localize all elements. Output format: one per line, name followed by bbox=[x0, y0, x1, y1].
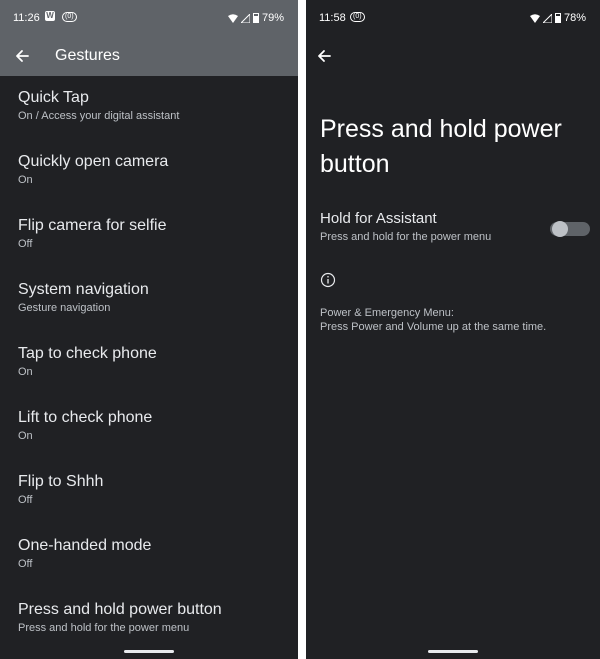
setting-title: Press and hold power button bbox=[18, 601, 222, 618]
back-arrow-icon[interactable] bbox=[12, 46, 32, 66]
toggle-thumb bbox=[552, 221, 568, 237]
power-emergency-note: Power & Emergency Menu: Press Power and … bbox=[320, 306, 590, 334]
hold-for-assistant-toggle[interactable] bbox=[550, 219, 590, 239]
setting-title: Flip camera for selfie bbox=[18, 217, 167, 234]
setting-tap-to-check-phone[interactable]: Tap to check phone On bbox=[0, 342, 298, 406]
setting-title: Quick Tap bbox=[18, 89, 89, 106]
gestures-screen: 11:26 W (0) 79% Gestures Quick Tap On / … bbox=[0, 0, 298, 659]
battery-icon bbox=[554, 13, 561, 23]
cast-icon: (0) bbox=[62, 12, 77, 22]
setting-title: Tap to check phone bbox=[18, 345, 157, 362]
battery-icon bbox=[252, 13, 259, 23]
setting-quickly-open-camera[interactable]: Quickly open camera On bbox=[0, 150, 298, 214]
wifi-icon bbox=[529, 13, 540, 23]
signal-icon bbox=[240, 13, 250, 23]
setting-lift-to-check-phone[interactable]: Lift to check phone On bbox=[0, 406, 298, 470]
note-line-body: Press Power and Volume up at the same ti… bbox=[320, 321, 547, 333]
status-time: 11:58 bbox=[319, 12, 346, 24]
setting-title: System navigation bbox=[18, 281, 149, 298]
info-icon bbox=[320, 272, 336, 288]
status-time: 11:26 bbox=[13, 12, 40, 24]
status-bar: 11:26 W (0) 79% bbox=[0, 0, 298, 36]
setting-title: Lift to check phone bbox=[18, 409, 153, 426]
setting-summary: On bbox=[18, 366, 33, 378]
battery-percentage: 79% bbox=[261, 12, 284, 24]
status-indicators: 78% bbox=[529, 12, 586, 24]
setting-quick-tap[interactable]: Quick Tap On / Access your digital assis… bbox=[0, 86, 298, 150]
app-bar bbox=[306, 36, 600, 76]
page-title: Gestures bbox=[55, 47, 120, 64]
setting-summary: On bbox=[18, 430, 33, 442]
cast-icon: (0) bbox=[350, 12, 365, 22]
setting-title: Quickly open camera bbox=[18, 153, 169, 170]
setting-summary: On / Access your digital assistant bbox=[18, 110, 180, 122]
setting-summary: Off bbox=[18, 558, 33, 570]
setting-one-handed-mode[interactable]: One-handed mode Off bbox=[0, 534, 298, 598]
setting-summary: Off bbox=[18, 238, 33, 250]
setting-system-navigation[interactable]: System navigation Gesture navigation bbox=[0, 278, 298, 342]
status-bar: 11:58 (0) 78% bbox=[306, 0, 600, 36]
power-button-screen: 11:58 (0) 78% Press and hold power butto… bbox=[306, 0, 600, 659]
gesture-nav-handle[interactable] bbox=[428, 650, 478, 653]
gestures-list: Quick Tap On / Access your digital assis… bbox=[0, 76, 298, 659]
setting-summary: On bbox=[18, 174, 33, 186]
page-heading: Press and hold power button bbox=[320, 115, 562, 178]
gesture-nav-handle[interactable] bbox=[124, 650, 174, 653]
note-line-title: Power & Emergency Menu: bbox=[320, 307, 454, 319]
setting-title: Flip to Shhh bbox=[18, 473, 104, 490]
setting-summary: Press and hold for the power menu bbox=[18, 622, 190, 634]
app-bar: Gestures bbox=[0, 36, 298, 76]
setting-summary: Gesture navigation bbox=[18, 302, 111, 314]
setting-summary: Off bbox=[18, 494, 33, 506]
status-indicators: 79% bbox=[227, 12, 284, 24]
setting-flip-to-shhh[interactable]: Flip to Shhh Off bbox=[0, 470, 298, 534]
battery-percentage: 78% bbox=[563, 12, 586, 24]
hold-for-assistant-setting[interactable]: Hold for Assistant Press and hold for th… bbox=[320, 210, 590, 250]
signal-icon bbox=[542, 13, 552, 23]
setting-flip-camera-for-selfie[interactable]: Flip camera for selfie Off bbox=[0, 214, 298, 278]
setting-title: One-handed mode bbox=[18, 537, 152, 554]
notification-app-icon: W bbox=[45, 11, 55, 21]
back-arrow-icon[interactable] bbox=[314, 46, 334, 66]
wifi-icon bbox=[227, 13, 238, 23]
